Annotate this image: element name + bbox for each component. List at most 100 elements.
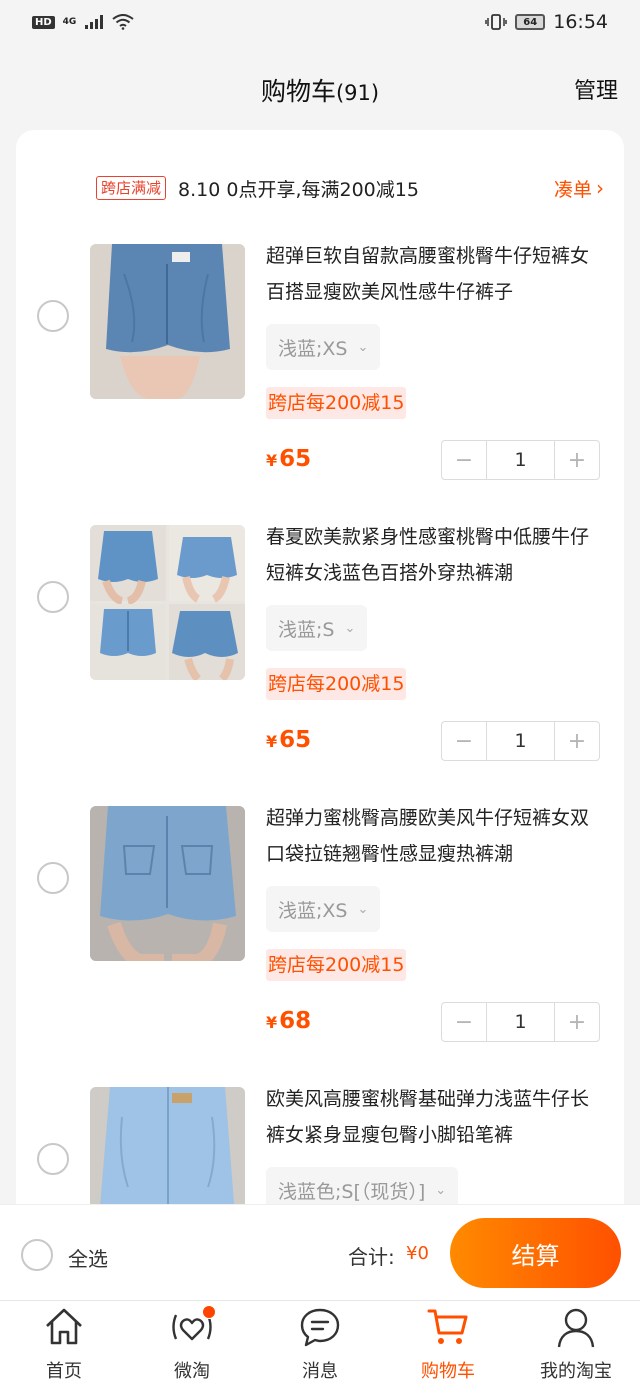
quantity-stepper: − 1 +: [441, 721, 600, 761]
promo-tag: 跨店满减: [96, 176, 167, 200]
cart-icon: [427, 1309, 468, 1344]
tab-label: 购物车: [421, 1361, 475, 1382]
item-thumbnail[interactable]: [90, 244, 245, 399]
home-icon: [46, 1308, 82, 1345]
promo-text: 8.10 0点开享,每满200减15: [178, 178, 419, 201]
cart-item: 欧美风高腰蜜桃臀基础弹力浅蓝牛仔长裤女紧身显瘦包臀小脚铅笔裤 浅蓝色;S[（现货…: [16, 1087, 624, 1204]
select-all-radio[interactable]: [21, 1239, 53, 1271]
clock: 16:54: [553, 11, 608, 33]
tab-cart[interactable]: 购物车: [384, 1301, 512, 1386]
item-sku-label: 浅蓝;XS: [278, 337, 348, 360]
quantity-value[interactable]: 1: [486, 1003, 555, 1041]
tab-my-taobao[interactable]: 我的淘宝: [512, 1301, 640, 1386]
user-icon: [557, 1308, 595, 1348]
currency-symbol: ¥: [266, 732, 278, 751]
decrease-button[interactable]: −: [442, 441, 486, 479]
item-price-value: 65: [279, 446, 312, 472]
item-title[interactable]: 欧美风高腰蜜桃臀基础弹力浅蓝牛仔长裤女紧身显瘦包臀小脚铅笔裤: [266, 1081, 601, 1153]
currency-symbol: ¥: [266, 451, 278, 470]
checkout-button[interactable]: 结算: [450, 1218, 621, 1288]
tab-label: 我的淘宝: [540, 1361, 612, 1382]
increase-button[interactable]: +: [555, 722, 599, 760]
item-price: ¥65: [266, 727, 311, 753]
manage-button[interactable]: 管理: [574, 73, 618, 105]
item-sku-label: 浅蓝色;S[（现货）]: [278, 1180, 426, 1203]
item-thumbnail[interactable]: [90, 525, 245, 680]
item-price: ¥65: [266, 446, 311, 472]
item-discount-badge: 跨店每200减15: [266, 949, 407, 981]
page-title: 购物车(91): [0, 72, 640, 108]
chevron-down-icon: ⌄: [344, 620, 356, 636]
quantity-value[interactable]: 1: [486, 441, 555, 479]
item-title[interactable]: 超弹力蜜桃臀高腰欧美风牛仔短裤女双口袋拉链翘臀性感显瘦热裤潮: [266, 800, 601, 872]
chevron-right-icon: ›: [596, 176, 604, 200]
status-bar: HD 4G 64 16:54: [0, 0, 640, 44]
status-right: 64 16:54: [485, 11, 608, 33]
currency-symbol: ¥: [266, 1013, 278, 1032]
vibrate-icon: [485, 14, 507, 30]
item-select-radio[interactable]: [37, 1143, 69, 1175]
item-sku-label: 浅蓝;S: [278, 618, 335, 641]
cart-count: (91): [335, 81, 380, 105]
signal-icon: [85, 15, 104, 29]
quantity-stepper: − 1 +: [441, 1002, 600, 1042]
decrease-button[interactable]: −: [442, 722, 486, 760]
decrease-button[interactable]: −: [442, 1003, 486, 1041]
tab-label: 微淘: [174, 1361, 210, 1382]
chat-bubble-icon: [300, 1308, 340, 1347]
collect-order-label: 凑单: [553, 178, 592, 201]
tab-label: 消息: [302, 1361, 338, 1382]
wifi-icon: [112, 14, 134, 30]
collect-order-link[interactable]: 凑单 ›: [554, 175, 604, 202]
battery-icon: 64: [515, 14, 546, 30]
promo-row: 跨店满减 8.10 0点开享,每满200减15 凑单 ›: [96, 174, 604, 202]
page-title-text: 购物车: [260, 77, 336, 106]
item-sku-select[interactable]: 浅蓝;S ⌄: [266, 605, 368, 651]
item-sku-select[interactable]: 浅蓝;XS ⌄: [266, 324, 381, 370]
notification-dot: [202, 1305, 216, 1319]
item-thumbnail[interactable]: [90, 1087, 245, 1204]
increase-button[interactable]: +: [555, 441, 599, 479]
quantity-value[interactable]: 1: [486, 722, 555, 760]
select-all-label[interactable]: 全选: [68, 1243, 108, 1272]
item-title[interactable]: 春夏欧美款紧身性感蜜桃臀中低腰牛仔短裤女浅蓝色百搭外穿热裤潮: [266, 519, 601, 591]
shorts-photo: [90, 244, 245, 399]
tab-messages[interactable]: 消息: [256, 1301, 384, 1386]
item-sku-select[interactable]: 浅蓝色;S[（现货）] ⌄: [266, 1167, 459, 1204]
checkout-bar: 全选 合计: ¥0 结算: [0, 1204, 640, 1300]
total-value: ¥0: [406, 1243, 429, 1264]
item-thumbnail[interactable]: [90, 806, 245, 961]
item-sku-select[interactable]: 浅蓝;XS ⌄: [266, 886, 381, 932]
item-select-radio[interactable]: [37, 581, 69, 613]
chevron-down-icon: ⌄: [435, 1182, 447, 1198]
item-price-value: 68: [279, 1008, 312, 1034]
item-discount-badge: 跨店每200减15: [266, 387, 407, 419]
increase-button[interactable]: +: [555, 1003, 599, 1041]
item-discount-badge: 跨店每200减15: [266, 668, 407, 700]
item-sku-label: 浅蓝;XS: [278, 899, 348, 922]
total-label: 合计:: [348, 1245, 395, 1269]
shorts-photo: [90, 525, 245, 680]
item-price: ¥68: [266, 1008, 311, 1034]
jeans-photo: [90, 1087, 245, 1204]
item-title[interactable]: 超弹巨软自留款高腰蜜桃臀牛仔短裤女百搭显瘦欧美风性感牛仔裤子: [266, 238, 601, 310]
item-price-value: 65: [279, 727, 312, 753]
header: 购物车(91) 管理: [0, 44, 640, 130]
hd-badge: HD: [32, 15, 55, 29]
cart-item: 春夏欧美款紧身性感蜜桃臀中低腰牛仔短裤女浅蓝色百搭外穿热裤潮 浅蓝;S ⌄ 跨店…: [16, 525, 624, 806]
status-left: HD 4G: [32, 14, 134, 30]
cart-item: 超弹力蜜桃臀高腰欧美风牛仔短裤女双口袋拉链翘臀性感显瘦热裤潮 浅蓝;XS ⌄ 跨…: [16, 806, 624, 1087]
quantity-stepper: − 1 +: [441, 440, 600, 480]
cart-store-card: 跨店满减 8.10 0点开享,每满200减15 凑单 › 超弹巨软自留款高腰蜜桃…: [16, 130, 624, 1204]
item-select-radio[interactable]: [37, 300, 69, 332]
item-select-radio[interactable]: [37, 862, 69, 894]
tab-home[interactable]: 首页: [0, 1301, 128, 1386]
network-indicator: 4G: [62, 16, 77, 27]
shorts-photo: [90, 806, 245, 961]
tab-label: 首页: [46, 1361, 82, 1382]
tab-weitao[interactable]: 微淘: [128, 1301, 256, 1386]
cart-item: 超弹巨软自留款高腰蜜桃臀牛仔短裤女百搭显瘦欧美风性感牛仔裤子 浅蓝;XS ⌄ 跨…: [16, 244, 624, 525]
bottom-tab-bar: 首页 微淘 消息 购物车 我的淘宝: [0, 1300, 640, 1386]
chevron-down-icon: ⌄: [357, 339, 369, 355]
chevron-down-icon: ⌄: [357, 901, 369, 917]
